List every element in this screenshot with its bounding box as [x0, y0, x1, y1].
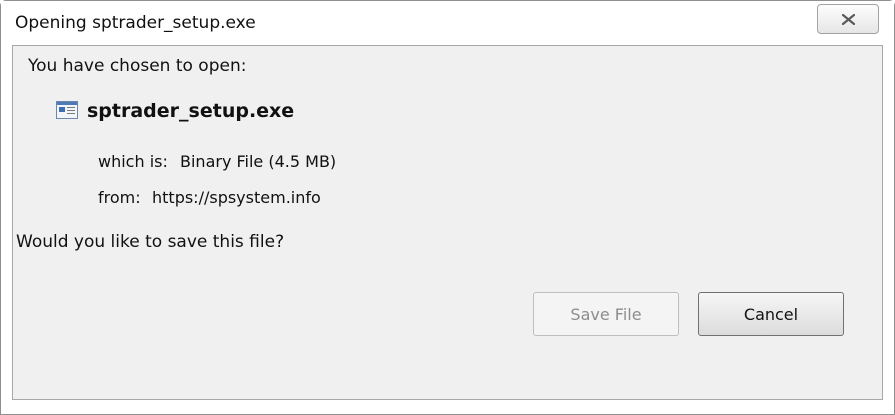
which-is-label: which is: — [98, 152, 168, 171]
save-file-button[interactable]: Save File — [533, 292, 679, 336]
from-label: from: — [98, 188, 141, 207]
executable-file-icon — [56, 101, 78, 119]
open-prompt: You have chosen to open: — [28, 56, 247, 76]
file-name: sptrader_setup.exe — [87, 100, 295, 122]
dialog-body — [12, 45, 883, 400]
title-bar[interactable]: Opening sptrader_setup.exe — [1, 1, 894, 45]
save-question: Would you like to save this file? — [16, 232, 285, 252]
cancel-button[interactable]: Cancel — [698, 292, 844, 336]
source-url-value: https://spsystem.info — [152, 188, 321, 207]
close-button[interactable] — [817, 4, 879, 34]
close-x-icon — [842, 14, 855, 25]
dialog-window: Opening sptrader_setup.exe You have chos… — [0, 0, 895, 415]
file-type-value: Binary File (4.5 MB) — [180, 152, 337, 171]
window-title: Opening sptrader_setup.exe — [15, 13, 256, 33]
